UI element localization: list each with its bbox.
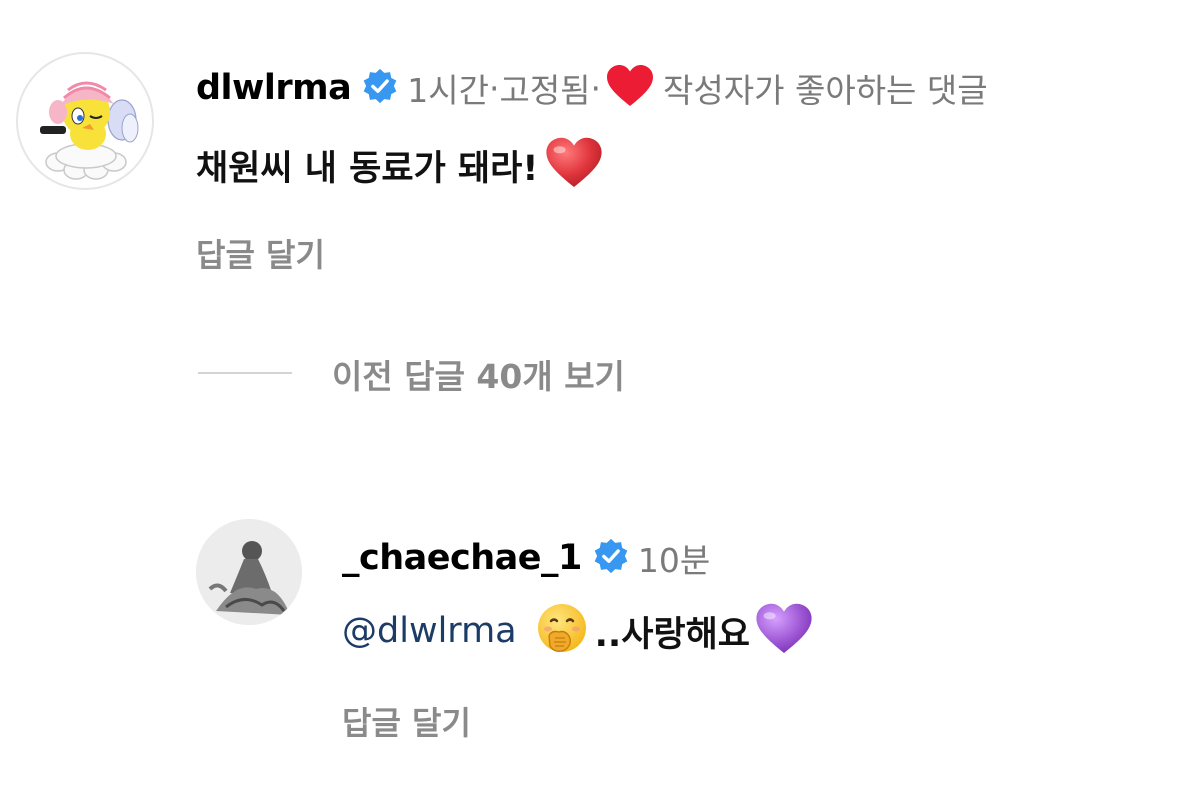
- reply-button[interactable]: 답글 달기: [196, 230, 325, 276]
- red-heart-emoji-icon: [544, 136, 604, 194]
- tweety-avatar-image: [40, 81, 139, 180]
- chaechae-avatar-image: [196, 519, 302, 625]
- mention-link[interactable]: @dlwlrma: [342, 611, 517, 651]
- comment-time: 1시간: [407, 71, 489, 110]
- liked-by-author-label: 작성자가 좋아하는 댓글: [663, 71, 988, 110]
- divider-line: [198, 372, 292, 374]
- comment-body: 채원씨 내 동료가 돼라!: [196, 136, 604, 194]
- avatar[interactable]: [196, 519, 302, 625]
- heart-icon: [605, 64, 655, 112]
- comment-header: dlwlrma 1시간 · 고정됨 · 작성자가 좋아하는 댓글: [196, 64, 988, 112]
- separator: ·: [488, 68, 500, 108]
- reply-time: 10분: [637, 541, 711, 580]
- reply-body: @dlwlrma ..사랑해요: [342, 602, 814, 660]
- avatar[interactable]: [16, 52, 154, 190]
- reply-username[interactable]: _chaechae_1: [342, 538, 582, 578]
- pinned-label: 고정됨: [499, 71, 591, 110]
- separator: ·: [590, 68, 602, 108]
- verified-badge-icon: [592, 537, 630, 579]
- comment-text: 채원씨 내 동료가 돼라!: [196, 148, 539, 189]
- reply-header: _chaechae_1 10분: [342, 534, 710, 582]
- verified-badge-icon: [361, 67, 399, 109]
- face-with-hand-over-mouth-emoji-icon: [535, 602, 589, 660]
- reply-button[interactable]: 답글 달기: [342, 698, 471, 744]
- purple-heart-emoji-icon: [754, 602, 814, 660]
- reply-text: ..사랑해요: [594, 614, 751, 655]
- comment-username[interactable]: dlwlrma: [196, 68, 352, 108]
- view-previous-replies-button[interactable]: 이전 답글 40개 보기: [332, 350, 625, 398]
